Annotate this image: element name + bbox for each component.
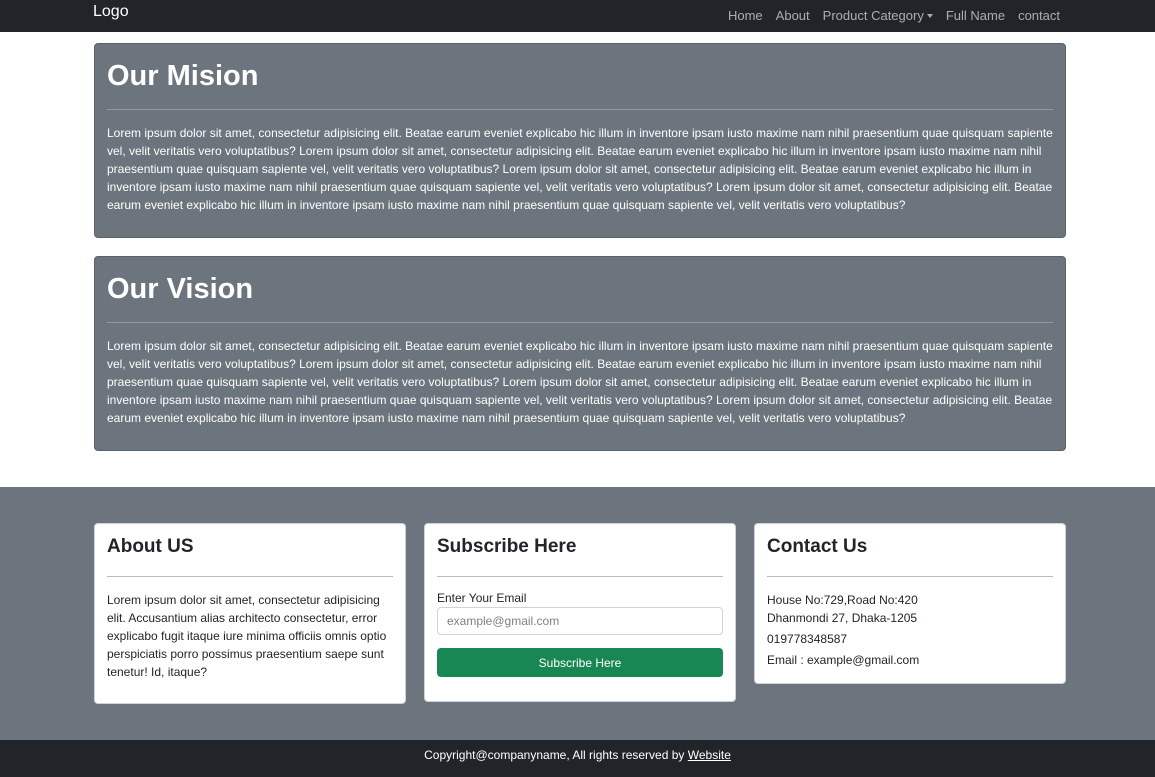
nav-link-about[interactable]: About [776,4,810,28]
website-link[interactable]: Website [688,748,731,762]
mission-title: Our Mision [107,60,259,92]
vision-text: Lorem ipsum dolor sit amet, consectetur … [107,339,1053,425]
nav-link-full-name[interactable]: Full Name [946,4,1005,28]
email-input[interactable] [437,607,723,635]
contact-us-title: Contact Us [767,536,868,557]
footer: About US Lorem ipsum dolor sit amet, con… [0,487,1155,740]
mission-divider [107,109,1053,110]
nav-link-home[interactable]: Home [728,4,763,28]
subscribe-divider [437,576,723,577]
contact-address-line1: House No:729,Road No:420 [767,593,918,607]
mission-card: Our Mision Lorem ipsum dolor sit amet, c… [94,43,1066,238]
email-label: Enter Your Email [437,591,527,605]
contact-email: Email : example@gmail.com [767,653,920,667]
about-us-card: About US Lorem ipsum dolor sit amet, con… [94,523,406,704]
about-us-text: Lorem ipsum dolor sit amet, consectetur … [107,593,387,679]
nav-link-contact[interactable]: contact [1018,4,1060,28]
subscribe-card: Subscribe Here Enter Your Email Subscrib… [424,523,736,702]
vision-title: Our Vision [107,273,254,305]
brand-logo[interactable]: Logo [93,3,129,21]
vision-card: Our Vision Lorem ipsum dolor sit amet, c… [94,256,1066,451]
about-us-title: About US [107,536,194,557]
about-us-divider [107,576,393,577]
contact-us-divider [767,576,1053,577]
subscribe-button[interactable]: Subscribe Here [437,648,723,677]
nav-dropdown-product-category[interactable]: Product Category [823,4,933,28]
mission-text: Lorem ipsum dolor sit amet, consectetur … [107,126,1053,212]
contact-us-card: Contact Us House No:729,Road No:420 Dhan… [754,523,1066,684]
caret-down-icon [926,13,933,18]
navbar: Logo Home About Product Category Full Na… [0,0,1155,32]
copyright-bar: Copyright@companyname, All rights reserv… [0,740,1155,777]
subscribe-title: Subscribe Here [437,536,577,557]
nav-dropdown-label: Product Category [822,8,924,23]
vision-divider [107,322,1053,323]
contact-address-line2: Dhanmondi 27, Dhaka-1205 [767,611,918,625]
contact-phone: 019778348587 [767,632,848,646]
copyright-text: Copyright@companyname, All rights reserv… [424,748,688,762]
nav-links: Home About Product Category Full Name co… [715,0,1060,32]
